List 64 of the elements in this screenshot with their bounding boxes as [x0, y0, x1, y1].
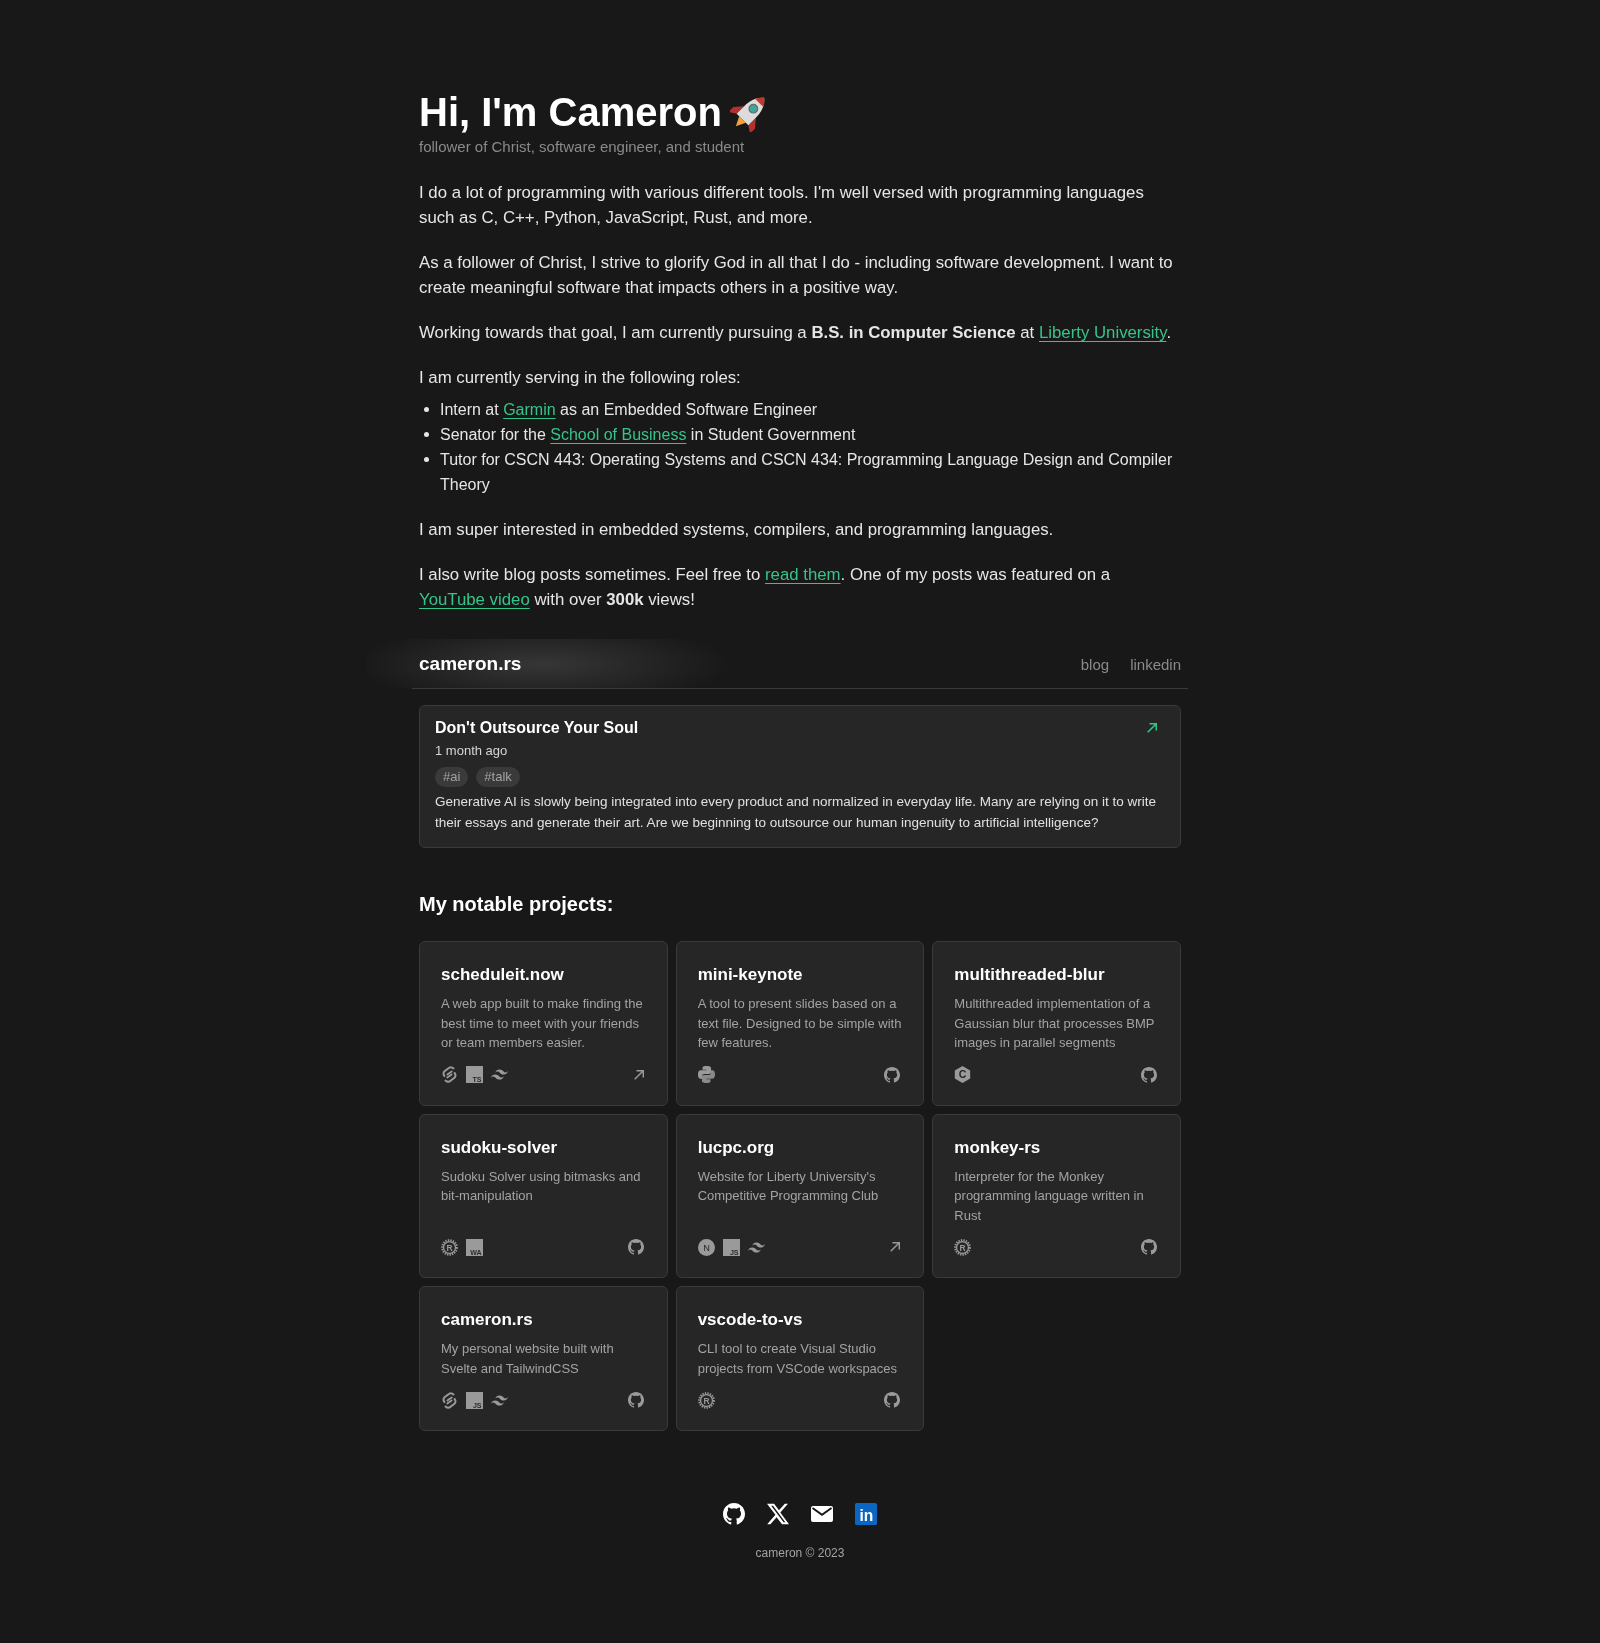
text-link[interactable]: Garmin	[503, 401, 556, 418]
project-description: My personal website built with Svelte and TailwindCSS	[441, 1340, 615, 1378]
ribbon-icon	[441, 1391, 458, 1409]
role-item: Tutor for CSCN 443: Operating Systems and CSCN 434: Programming Language Design and Compiler Theory	[440, 450, 1174, 495]
role-item: Senator for the School of Business in Student Government	[440, 425, 856, 445]
project-title: lucpc.org	[697, 1136, 776, 1159]
intro-paragraph: Working towards that goal, I am currently pursuing a B.S. in Computer Science at Liberty University.	[419, 322, 1173, 344]
project-title: sudoku-solver	[441, 1136, 559, 1159]
project-description: Website for Liberty University's Competitive Programming Club	[697, 1167, 880, 1205]
post-date: 1 month ago	[435, 742, 509, 760]
text-link[interactable]: Liberty University	[1038, 323, 1167, 342]
intro-paragraph: I also write blog posts sometimes. Feel free to read them. One of my posts was featured on a YouTube video with over 300k views!	[419, 564, 1112, 611]
text-link[interactable]: read them	[765, 565, 841, 584]
tag-chip[interactable]: #ai	[435, 767, 469, 787]
page-title: Hi, I'm Cameron	[419, 90, 722, 134]
site-brand-link[interactable]: cameron.rs	[419, 653, 522, 675]
bullet-icon	[424, 457, 429, 462]
mail-icon[interactable]	[811, 1506, 833, 1522]
linkedin-icon[interactable]: in	[855, 1503, 877, 1525]
project-description: A web app built to make finding the best time to meet with your friends or team members easier.	[441, 995, 644, 1052]
post-summary: Generative AI is slowly being integrated into every product and normalized in everyday life. Many are relying on it to write their essays and generate their art. Are we beginning to outsource our human ingenuity to artificial intelligence?	[435, 793, 1158, 832]
tag-chip[interactable]: #talk	[476, 767, 520, 787]
wave-icon	[491, 1069, 508, 1080]
project-description: Sudoku Solver using bitmasks and bit-manipulation	[441, 1167, 642, 1205]
blog-post-card[interactable]	[419, 705, 1181, 848]
gear-icon: R	[441, 1238, 458, 1256]
text-link[interactable]: School of Business	[550, 426, 687, 443]
snake-icon	[697, 1066, 715, 1083]
project-title: monkey-rs	[954, 1136, 1042, 1159]
github-icon[interactable]	[723, 1503, 745, 1525]
letter-disc-icon: N	[697, 1238, 715, 1256]
x-logo-icon[interactable]	[767, 1503, 789, 1525]
text-link[interactable]: YouTube video	[419, 590, 530, 609]
hexagon-icon: C	[954, 1066, 972, 1083]
project-title: cameron.rs	[441, 1309, 534, 1331]
project-description: Interpreter for the Monkey programming language written in Rust	[954, 1167, 1145, 1225]
copyright-text: cameron © 2023	[755, 1545, 845, 1561]
project-title: vscode-to-vs	[697, 1309, 804, 1331]
nav-link[interactable]: blog	[1080, 655, 1110, 673]
arrow-icon[interactable]	[633, 1069, 644, 1080]
bullet-icon	[424, 407, 429, 412]
intro-paragraph: I am super interested in embedded systems, compilers, and programming languages.	[419, 519, 1055, 541]
subtitle: follower of Christ, software engineer, and student	[419, 137, 746, 157]
wave-icon	[747, 1241, 765, 1253]
gear-icon: R	[697, 1391, 715, 1409]
bullet-icon	[424, 432, 429, 437]
arrow-icon	[1147, 723, 1157, 733]
project-description: CLI tool to create Visual Studio projects from VSCode workspaces	[697, 1340, 899, 1378]
arrow-icon[interactable]	[890, 1242, 901, 1252]
nav-link[interactable]: linkedin	[1130, 655, 1181, 673]
wave-icon	[491, 1394, 508, 1406]
project-title: mini-keynote	[697, 964, 804, 986]
list-heading: I am currently serving in the following roles:	[419, 367, 742, 389]
project-title: multithreaded-blur	[954, 964, 1106, 986]
ribbon-icon	[441, 1066, 458, 1083]
section-heading: My notable projects:	[419, 892, 615, 916]
gear-icon: R	[954, 1238, 972, 1256]
intro-paragraph: As a follower of Christ, I strive to glorify God in all that I do - including software development. I want to create meaningful software that impacts others in a positive way.	[419, 252, 1174, 299]
project-title: scheduleit.now	[441, 964, 565, 986]
project-description: A tool to present slides based on a text file. Designed to be simple with few features.	[697, 995, 903, 1052]
post-title: Don't Outsource Your Soul	[435, 718, 639, 738]
role-item: Intern at Garmin as an Embedded Software Engineer	[440, 400, 818, 420]
project-description: Multithreaded implementation of a Gaussian blur that processes BMP images in parallel segments	[954, 995, 1156, 1052]
intro-paragraph: I do a lot of programming with various different tools. I'm well versed with programming languages such as C, C++, Python, JavaScript, Rust, and more.	[419, 182, 1145, 229]
